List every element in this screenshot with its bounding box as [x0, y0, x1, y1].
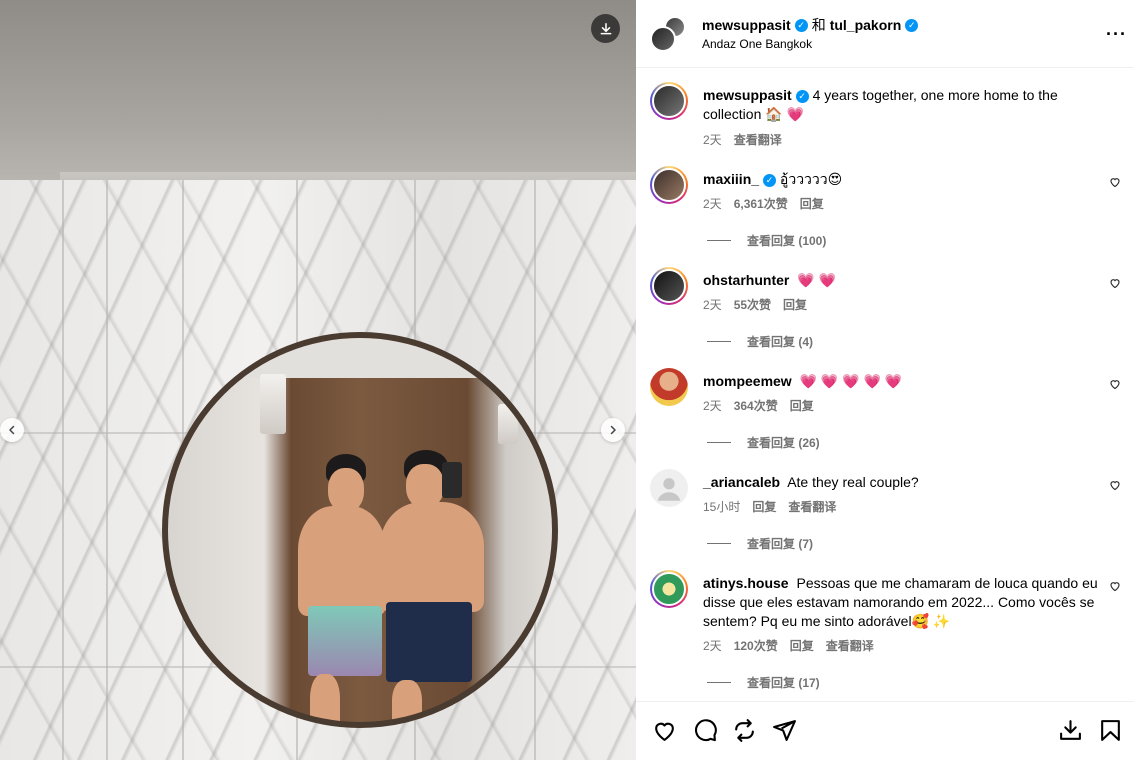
reply-button[interactable]: 回复: [790, 397, 814, 414]
save-to-collection-button[interactable]: [1056, 716, 1084, 744]
more-options-icon: ···: [1106, 24, 1127, 44]
comment-text: 💗 💗: [797, 272, 836, 288]
post-actions-bar: [636, 701, 1134, 760]
repost-button[interactable]: [730, 716, 758, 744]
reply-button[interactable]: 回复: [752, 498, 776, 515]
verified-badge-icon: ✓: [763, 173, 777, 187]
previous-photo-button[interactable]: [0, 418, 24, 442]
coauthor-username[interactable]: tul_pakorn: [830, 17, 902, 33]
comment-username[interactable]: mompeemew: [703, 373, 792, 389]
repost-icon: [734, 718, 754, 742]
view-replies-label: 查看回复 (7): [747, 537, 814, 551]
like-comment-button[interactable]: [1109, 176, 1121, 191]
comment-likes[interactable]: 364次赞: [734, 397, 778, 414]
default-avatar-icon: [657, 478, 681, 501]
see-translation-button[interactable]: 查看翻译: [826, 637, 874, 654]
author-username[interactable]: mewsuppasit: [702, 17, 791, 33]
caption-username[interactable]: mewsuppasit: [703, 87, 792, 103]
heart-icon: [654, 722, 674, 741]
post-photo: [0, 0, 636, 760]
comments-list: mewsuppasit ✓ 4 years together, one more …: [636, 69, 1134, 701]
heart-icon: [1110, 380, 1120, 390]
comment-text: Ate they real couple?: [787, 474, 919, 490]
verified-badge-icon: ✓: [794, 18, 808, 32]
photo-wall-lamp: [260, 374, 286, 434]
like-button[interactable]: [650, 716, 678, 744]
like-comment-button[interactable]: [1109, 378, 1121, 393]
comment-likes[interactable]: 55次赞: [734, 296, 771, 313]
comment-likes[interactable]: 120次赞: [734, 637, 778, 654]
comment-username[interactable]: atinys.house: [703, 575, 789, 591]
comment-text: อู้ววววว😍: [779, 171, 843, 187]
see-translation-button[interactable]: 查看翻译: [788, 498, 836, 515]
comment-button[interactable]: [691, 716, 719, 744]
comment-username[interactable]: ohstarhunter: [703, 272, 789, 288]
photo-marble-seam: [62, 180, 64, 760]
view-replies-label: 查看回复 (26): [747, 436, 820, 450]
heart-icon: [1110, 279, 1120, 289]
bookmark-button[interactable]: [1096, 716, 1124, 744]
photo-person: [298, 506, 386, 616]
comment-time[interactable]: 2天: [703, 397, 722, 414]
reply-button[interactable]: 回复: [790, 637, 814, 654]
like-comment-button[interactable]: [1109, 580, 1121, 595]
avatar[interactable]: [650, 469, 688, 507]
photo-person: [380, 502, 484, 612]
view-replies-label: 查看回复 (17): [747, 676, 820, 690]
photo-ceiling: [0, 0, 636, 180]
avatar[interactable]: [650, 26, 676, 52]
comment-time[interactable]: 2天: [703, 296, 722, 313]
photo-wall-lamp: [498, 404, 518, 444]
like-comment-button[interactable]: [1109, 277, 1121, 292]
photo-round-mirror: [162, 332, 558, 728]
avatar[interactable]: [650, 166, 688, 204]
post-side-panel: mewsuppasit ✓ 和 tul_pakorn ✓ Andaz One B…: [636, 0, 1134, 760]
view-replies-button[interactable]: 查看回复 (100): [707, 232, 826, 249]
author-and: 和: [811, 17, 826, 33]
heart-icon: [1110, 178, 1120, 188]
share-icon: [772, 719, 796, 741]
verified-badge-icon: ✓: [905, 18, 919, 32]
comment-username[interactable]: maxiiin_: [703, 171, 759, 187]
author-names: mewsuppasit ✓ 和 tul_pakorn ✓: [702, 15, 919, 35]
caption-time[interactable]: 2天: [703, 131, 722, 148]
chevron-left-icon: [9, 425, 15, 435]
view-replies-button[interactable]: 查看回复 (17): [707, 674, 820, 691]
photo-marble-seam: [106, 180, 108, 760]
avatar[interactable]: [650, 368, 688, 406]
comment-time[interactable]: 2天: [703, 637, 722, 654]
post-location[interactable]: Andaz One Bangkok: [702, 37, 812, 51]
download-save-icon: [1059, 719, 1081, 740]
avatar[interactable]: [650, 267, 688, 305]
view-replies-button[interactable]: 查看回复 (26): [707, 434, 820, 451]
bookmark-icon: [1100, 719, 1120, 741]
avatar[interactable]: [650, 82, 688, 120]
comment-icon: [694, 718, 717, 741]
comment-username[interactable]: _ariancaleb: [703, 474, 780, 490]
author-avatars[interactable]: [650, 16, 686, 52]
comment-time[interactable]: 15小时: [703, 498, 740, 515]
avatar[interactable]: [650, 570, 688, 608]
view-replies-button[interactable]: 查看回复 (4): [707, 333, 813, 350]
view-replies-button[interactable]: 查看回复 (7): [707, 535, 813, 552]
like-comment-button[interactable]: [1109, 479, 1121, 494]
verified-badge-icon: ✓: [795, 89, 809, 103]
chevron-right-icon: [610, 425, 616, 435]
more-options-button[interactable]: ···: [1106, 24, 1127, 45]
comment-text: 💗 💗 💗 💗 💗: [799, 373, 903, 389]
download-icon: [600, 22, 611, 34]
post-header: mewsuppasit ✓ 和 tul_pakorn ✓ Andaz One B…: [636, 0, 1134, 68]
view-replies-label: 查看回复 (100): [747, 234, 827, 248]
download-button[interactable]: [591, 14, 620, 43]
heart-icon: [1110, 582, 1120, 592]
next-photo-button[interactable]: [601, 418, 625, 442]
share-button[interactable]: [770, 716, 798, 744]
view-replies-label: 查看回复 (4): [747, 335, 814, 349]
comment-time[interactable]: 2天: [703, 195, 722, 212]
heart-icon: [1110, 481, 1120, 491]
comment-likes[interactable]: 6,361次赞: [734, 195, 788, 212]
see-translation-button[interactable]: 查看翻译: [734, 131, 782, 148]
reply-button[interactable]: 回复: [783, 296, 807, 313]
reply-button[interactable]: 回复: [800, 195, 824, 212]
